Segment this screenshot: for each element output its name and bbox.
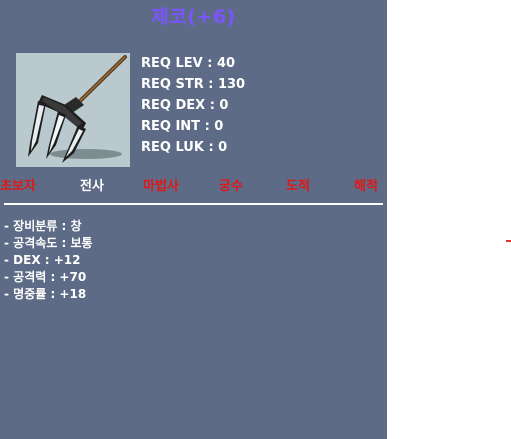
edge-mark: [506, 240, 511, 242]
stat-attack-speed: - 공격속도 : 보통: [4, 236, 93, 250]
item-name: 제코(+6): [151, 6, 236, 28]
req-luk: REQ LUK : 0: [141, 140, 228, 155]
job-warrior: 전사: [80, 179, 104, 194]
job-beginner: 초보자: [0, 179, 36, 194]
req-int: REQ INT : 0: [141, 119, 224, 134]
divider: [4, 203, 383, 205]
spear-icon: [28, 55, 127, 163]
item-tooltip: 제코(+6) REQ LEV : 40 REQ STR : 130 REQ DE…: [0, 0, 387, 439]
stat-dex: - DEX : +12: [4, 253, 81, 267]
stat-attack: - 공격력 : +70: [4, 270, 87, 284]
job-pirate: 해적: [354, 179, 378, 194]
req-dex: REQ DEX : 0: [141, 98, 229, 113]
req-str: REQ STR : 130: [141, 77, 246, 92]
stat-category: - 장비분류 : 창: [4, 219, 82, 233]
requirements-list: REQ LEV : 40 REQ STR : 130 REQ DEX : 0 R…: [141, 53, 245, 158]
job-thief: 도적: [286, 179, 310, 194]
item-icon-frame: [16, 53, 130, 167]
stat-list: - 장비분류 : 창 - 공격속도 : 보통 - DEX : +12 - 공격력…: [4, 218, 93, 303]
req-level: REQ LEV : 40: [141, 56, 236, 71]
job-list: 초보자 전사 마법사 궁수 도적 해적: [0, 178, 387, 196]
stat-accuracy: - 명중률 : +18: [4, 287, 87, 301]
job-magician: 마법사: [143, 179, 179, 194]
job-bowman: 궁수: [219, 179, 243, 194]
